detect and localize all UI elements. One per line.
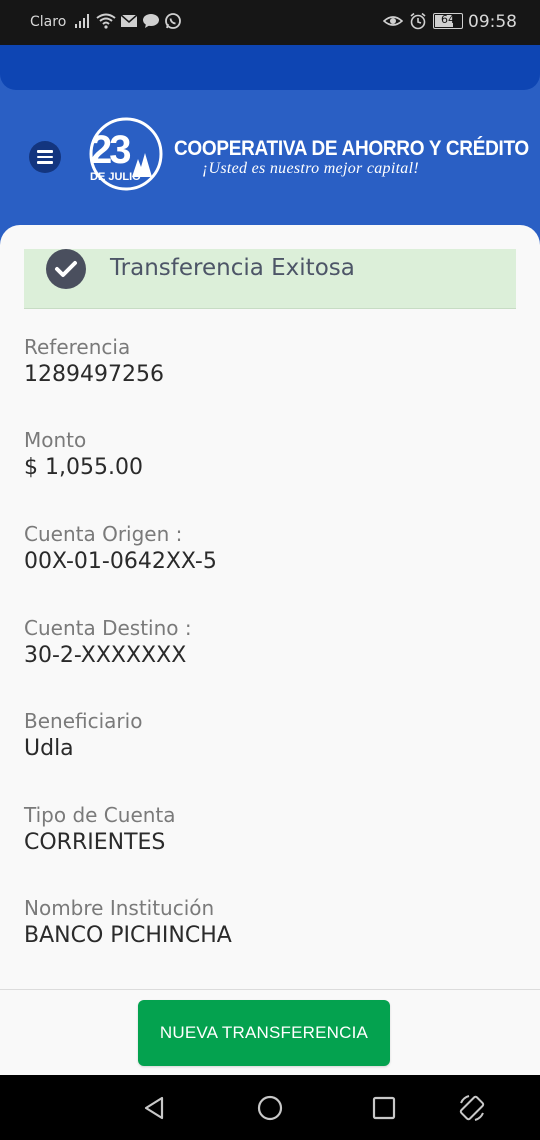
hamburger-menu-button[interactable]: [29, 141, 61, 173]
home-circle-icon: [257, 1095, 283, 1121]
beneficiary-value: Udla: [24, 736, 74, 761]
reference-value: 1289497256: [24, 362, 164, 387]
battery-level: 64: [441, 13, 455, 26]
brand-name: COOPERATIVA DE AHORRO Y CRÉDITO: [174, 137, 529, 161]
system-navigation-bar: [0, 1075, 540, 1140]
institution-value: BANCO PICHINCHA: [24, 923, 232, 948]
destination-account-label: Cuenta Destino :: [24, 616, 192, 640]
destination-account-value: 30-2-XXXXXXX: [24, 643, 187, 668]
whatsapp-icon: [165, 13, 181, 29]
brand-tagline: ¡Usted es nuestro mejor capital!: [202, 160, 419, 177]
new-transfer-button[interactable]: NUEVA TRANSFERENCIA: [138, 1000, 390, 1066]
notification-icons: [74, 12, 182, 30]
source-account-value: 00X-01-0642XX-5: [24, 549, 217, 574]
rotate-screen-button[interactable]: [455, 1091, 489, 1125]
institution-label: Nombre Institución: [24, 896, 215, 920]
check-circle-icon: [46, 249, 86, 289]
alarm-icon: [410, 12, 426, 30]
amount-value: $ 1,055.00: [24, 455, 143, 480]
battery-icon: 64: [433, 13, 463, 29]
eye-icon: [383, 16, 403, 26]
home-button[interactable]: [253, 1091, 287, 1125]
system-icons: 64: [383, 12, 463, 30]
success-banner: Transferencia Exitosa: [24, 249, 516, 309]
amount-label: Monto: [24, 428, 87, 452]
reference-label: Referencia: [24, 335, 131, 359]
back-triangle-icon: [144, 1096, 164, 1120]
logo-subtitle: DE JULIO: [90, 171, 141, 183]
beneficiary-label: Beneficiario: [24, 709, 143, 733]
clock-time: 09:58: [468, 12, 517, 32]
carrier-name: Claro: [30, 14, 67, 30]
bottom-action-bar: NUEVA TRANSFERENCIA: [0, 989, 540, 1075]
status-bar: Claro 64 09:58: [0, 0, 540, 45]
menu-icon-line: [37, 155, 53, 159]
cooperative-logo: 23 DE JULIO: [89, 117, 163, 191]
app-header: 23 DE JULIO COOPERATIVA DE AHORRO Y CRÉD…: [0, 45, 540, 245]
account-type-label: Tipo de Cuenta: [24, 803, 176, 827]
signal-icon: [75, 14, 89, 28]
header-top-strip: [0, 45, 540, 90]
success-message: Transferencia Exitosa: [110, 255, 355, 281]
source-account-label: Cuenta Origen :: [24, 522, 183, 546]
recents-button[interactable]: [367, 1091, 401, 1125]
wifi-icon: [96, 13, 116, 29]
account-type-value: CORRIENTES: [24, 830, 166, 855]
transfer-receipt: Transferencia Exitosa Referencia 1289497…: [0, 225, 540, 1075]
rotate-icon: [459, 1095, 485, 1121]
logo-number: 23: [90, 128, 130, 172]
menu-icon-line: [37, 150, 53, 153]
back-button[interactable]: [137, 1091, 171, 1125]
mail-icon: [120, 14, 138, 27]
recents-square-icon: [372, 1096, 396, 1120]
menu-icon-line: [37, 161, 53, 164]
chat-icon: [143, 14, 159, 28]
